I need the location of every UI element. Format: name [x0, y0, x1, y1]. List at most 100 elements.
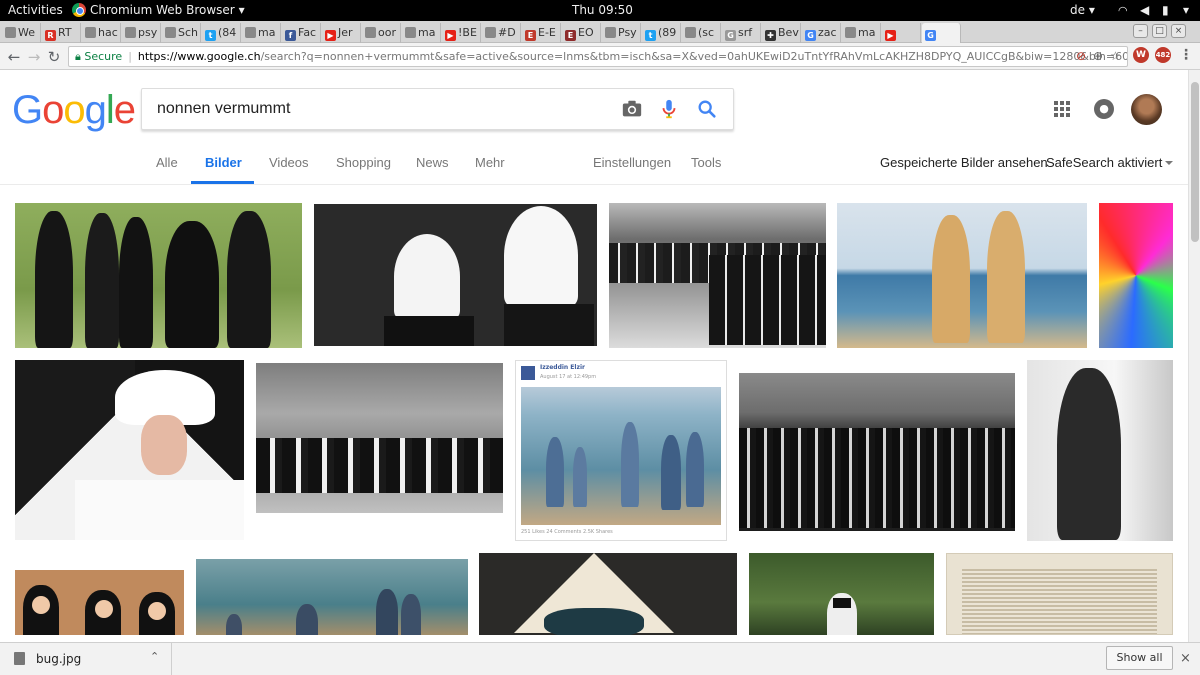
browser-tab[interactable]: t (89	[642, 23, 681, 43]
safesearch-menu[interactable]: SafeSearch aktiviert	[1046, 155, 1174, 170]
image-result[interactable]	[15, 203, 302, 348]
logo-letter: g	[84, 88, 107, 132]
browser-tab[interactable]: Sch	[162, 23, 201, 43]
browser-tab[interactable]: #D	[482, 23, 521, 43]
google-logo[interactable]: Google	[12, 88, 136, 133]
image-result[interactable]	[256, 363, 503, 531]
minimize-button[interactable]: –	[1133, 24, 1148, 38]
adblock-icon[interactable]: 482	[1155, 47, 1171, 63]
browser-tab[interactable]: ma	[402, 23, 441, 43]
keyboard-layout-indicator[interactable]: de ▾	[1070, 0, 1095, 21]
browser-tab[interactable]: Gsrf	[722, 23, 761, 43]
tab-bilder[interactable]: Bilder	[205, 155, 242, 170]
browser-tab[interactable]: ▶ Jer	[322, 23, 361, 43]
download-item[interactable]: bug.jpg ⌃	[0, 643, 172, 675]
system-menu-icon[interactable]: ▾	[1183, 0, 1189, 21]
browser-tab[interactable]: Psy	[602, 23, 641, 43]
document-icon	[85, 27, 96, 38]
tab-shopping[interactable]: Shopping	[336, 155, 391, 170]
tab-mehr[interactable]: Mehr	[475, 155, 505, 170]
browser-tab[interactable]: G	[922, 23, 961, 43]
google-icon: G	[925, 30, 936, 41]
tab-news[interactable]: News	[416, 155, 449, 170]
saved-images-link[interactable]: Gespeicherte Bilder ansehen	[880, 155, 1048, 170]
tab-tools[interactable]: Tools	[691, 155, 721, 170]
system-top-bar: Activities Chromium Web Browser ▾ Thu 09…	[0, 0, 1200, 21]
battery-icon[interactable]: ▮	[1162, 0, 1169, 21]
browser-tab-label: (84	[218, 26, 237, 39]
zoom-icon[interactable]: ⊕	[1093, 49, 1103, 63]
tab-videos[interactable]: Videos	[269, 155, 309, 170]
browser-menu-icon[interactable]: ⋮	[1178, 47, 1194, 63]
image-result[interactable]	[739, 373, 1015, 531]
chevron-up-icon[interactable]: ⌃	[150, 650, 159, 663]
tab-einstellungen[interactable]: Einstellungen	[593, 155, 671, 170]
browser-tab[interactable]: We	[2, 23, 41, 43]
dropdown-arrow-icon: ▾	[238, 3, 245, 17]
browser-tab-label: E-E	[538, 26, 556, 39]
search-icon[interactable]	[696, 98, 718, 120]
browser-tab[interactable]: ma	[242, 23, 281, 43]
browser-tab[interactable]: oor	[362, 23, 401, 43]
browser-tab-label: psy	[138, 26, 158, 39]
browser-tab[interactable]: E E-E	[522, 23, 561, 43]
image-result[interactable]	[1099, 203, 1173, 348]
page-scrollbar[interactable]	[1188, 70, 1200, 642]
browser-tab[interactable]: f Fac	[282, 23, 321, 43]
twitter-icon: t	[645, 30, 656, 41]
image-result[interactable]	[15, 570, 184, 635]
wifi-icon[interactable]: ◠	[1118, 0, 1128, 21]
browser-tab[interactable]: ▶ !BE	[442, 23, 481, 43]
browser-tab[interactable]: ▶	[882, 23, 921, 43]
browser-tab[interactable]: (sc	[682, 23, 721, 43]
address-bar[interactable]: 🔒︎ Secure | https://www.google.ch/search?q…	[68, 46, 1128, 67]
avatar[interactable]	[1131, 94, 1162, 125]
browser-tab[interactable]: R RT	[42, 23, 81, 43]
image-result[interactable]	[15, 360, 244, 540]
scrollbar-thumb[interactable]	[1191, 82, 1199, 242]
clock[interactable]: Thu 09:50	[572, 0, 633, 21]
maximize-button[interactable]: □	[1152, 24, 1167, 38]
keyboard-layout-label: de	[1070, 3, 1085, 17]
show-all-button[interactable]: Show all	[1106, 646, 1173, 670]
image-result[interactable]	[479, 553, 737, 635]
activities-button[interactable]: Activities	[8, 0, 63, 21]
image-result[interactable]	[609, 203, 826, 348]
social-post-result[interactable]: Izzeddin Elzir August 17 at 12:49pm 251 …	[515, 360, 727, 541]
image-result[interactable]	[749, 553, 934, 635]
close-icon[interactable]: ×	[1180, 651, 1191, 666]
blocked-content-icon[interactable]: ⊘	[1076, 49, 1086, 63]
image-result[interactable]	[314, 204, 597, 346]
microphone-icon[interactable]	[658, 98, 680, 120]
browser-tab-label: We	[18, 26, 35, 39]
tab-alle[interactable]: Alle	[156, 155, 178, 170]
image-result[interactable]	[837, 203, 1087, 348]
browser-tab[interactable]: ✚ Bev	[762, 23, 801, 43]
reload-button[interactable]: ↻	[44, 47, 64, 67]
logo-letter: l	[105, 88, 115, 132]
browser-tab[interactable]: Gzac	[802, 23, 841, 43]
image-result[interactable]	[196, 559, 468, 635]
browser-tab[interactable]: t (84	[202, 23, 241, 43]
bookmark-star-icon[interactable]: ☆	[1110, 49, 1121, 63]
search-box[interactable]: nonnen vermummt	[141, 88, 734, 130]
search-query[interactable]: nonnen vermummt	[157, 100, 290, 118]
logo-letter: o	[63, 88, 85, 132]
browser-tab[interactable]: hac	[82, 23, 121, 43]
extension-w-icon[interactable]: W	[1133, 47, 1149, 63]
lock-icon: 🔒︎	[75, 50, 81, 63]
app-menu[interactable]: Chromium Web Browser ▾	[72, 0, 245, 21]
image-result[interactable]	[1027, 360, 1173, 541]
browser-tab-label: (89	[658, 26, 677, 39]
volume-icon[interactable]: ◀	[1140, 0, 1149, 21]
browser-tab[interactable]: ma	[842, 23, 881, 43]
browser-tab[interactable]: E EO	[562, 23, 601, 43]
camera-icon[interactable]	[621, 98, 643, 120]
google-apps-icon[interactable]	[1054, 101, 1070, 117]
browser-tab[interactable]: psy	[122, 23, 161, 43]
notifications-bell-icon[interactable]: ●	[1094, 99, 1114, 119]
back-button[interactable]: ←	[4, 47, 24, 67]
close-window-button[interactable]: ×	[1171, 24, 1186, 38]
forward-button[interactable]: →	[24, 47, 44, 67]
image-result[interactable]	[946, 553, 1173, 635]
